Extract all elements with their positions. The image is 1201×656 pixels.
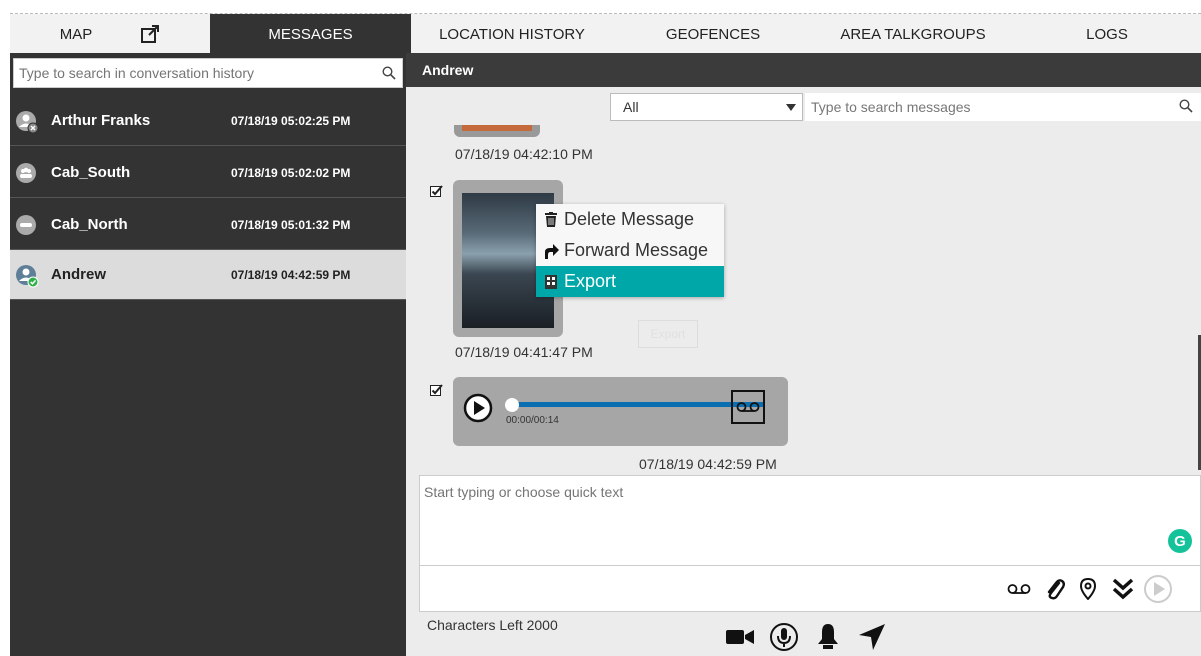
characters-left: Characters Left 2000 bbox=[427, 617, 558, 633]
conversation-search-box bbox=[13, 58, 403, 88]
filter-value: All bbox=[623, 99, 639, 115]
microphone-icon[interactable] bbox=[768, 621, 800, 653]
conversation-time: 07/18/19 05:02:25 PM bbox=[231, 113, 351, 128]
conversation-title: Andrew bbox=[406, 53, 1201, 87]
forward-icon bbox=[542, 243, 560, 259]
message-timestamp: 07/18/19 04:41:47 PM bbox=[455, 344, 593, 360]
conversation-search-input[interactable] bbox=[14, 64, 376, 82]
play-icon[interactable] bbox=[463, 393, 493, 428]
compose-box: G bbox=[419, 475, 1201, 566]
message-timestamp: 07/18/19 04:42:10 PM bbox=[455, 146, 593, 162]
delete-message-menu-item[interactable]: Delete Message bbox=[536, 204, 724, 235]
message-checkbox-icon[interactable] bbox=[430, 384, 443, 397]
conversation-name: Cab_South bbox=[51, 164, 131, 181]
grammarly-icon[interactable]: G bbox=[1168, 529, 1192, 553]
audio-progress-handle[interactable] bbox=[505, 398, 519, 412]
export-icon bbox=[542, 274, 560, 289]
popout-icon[interactable] bbox=[140, 24, 160, 44]
send-icon[interactable] bbox=[1142, 573, 1174, 605]
conversation-name: Arthur Franks bbox=[51, 112, 151, 129]
location-pin-icon[interactable] bbox=[1072, 573, 1104, 605]
navigation-arrow-icon[interactable] bbox=[856, 621, 888, 653]
conversation-time: 07/18/19 05:01:32 PM bbox=[231, 217, 351, 232]
message-context-menu: Delete Message Forward Message Export bbox=[536, 204, 724, 297]
action-icon-row bbox=[724, 619, 900, 655]
conversation-item-andrew[interactable]: Andrew 07/18/19 04:42:59 PM bbox=[10, 250, 406, 300]
audio-duration: 00:00/00:14 bbox=[506, 415, 559, 426]
forward-message-label: Forward Message bbox=[564, 240, 709, 260]
search-icon[interactable] bbox=[376, 66, 402, 80]
message-checkbox-icon[interactable] bbox=[430, 185, 443, 198]
forward-message-menu-item[interactable]: Forward Message bbox=[536, 235, 724, 266]
voicemail-icon[interactable] bbox=[1003, 573, 1035, 605]
group-icon bbox=[15, 162, 37, 184]
voicemail-icon bbox=[731, 390, 765, 424]
trash-icon bbox=[542, 212, 560, 227]
delete-message-label: Delete Message bbox=[564, 209, 695, 229]
user-offline-icon bbox=[15, 110, 39, 133]
export-menu-item[interactable]: Export bbox=[536, 266, 724, 297]
alert-bell-icon[interactable] bbox=[812, 621, 844, 653]
compose-toolbar bbox=[419, 566, 1201, 612]
message-search-box[interactable]: Type to search messages bbox=[805, 93, 1201, 121]
conversation-time: 07/18/19 05:02:02 PM bbox=[231, 165, 351, 180]
export-label: Export bbox=[564, 271, 617, 291]
conversation-name: Andrew bbox=[51, 266, 107, 283]
search-icon[interactable] bbox=[1179, 98, 1193, 116]
message-filter-select[interactable]: All bbox=[610, 93, 803, 121]
tab-logs[interactable]: LOGS bbox=[1013, 14, 1201, 54]
conversation-item-cab-north[interactable]: Cab_North 07/18/19 05:01:32 PM bbox=[10, 200, 406, 250]
export-ghost-label: Export bbox=[638, 320, 698, 348]
message-timestamp: 07/18/19 04:42:59 PM bbox=[639, 456, 777, 472]
tab-messages[interactable]: MESSAGES bbox=[210, 14, 411, 54]
conversation-time: 07/18/19 04:42:59 PM bbox=[231, 267, 351, 282]
tab-location-history[interactable]: LOCATION HISTORY bbox=[411, 14, 613, 54]
tab-map-label: MAP bbox=[59, 25, 93, 43]
conversation-panel: Andrew All Type to search messages 07/18… bbox=[406, 53, 1201, 656]
conversation-item-cab-south[interactable]: Cab_South 07/18/19 05:02:02 PM bbox=[10, 148, 406, 198]
message-search-placeholder: Type to search messages bbox=[811, 99, 971, 115]
tab-map[interactable]: MAP bbox=[10, 14, 210, 54]
tab-area-talkgroups[interactable]: AREA TALKGROUPS bbox=[813, 14, 1013, 54]
group-icon bbox=[15, 214, 37, 236]
conversation-item-arthur-franks[interactable]: Arthur Franks 07/18/19 05:02:25 PM bbox=[10, 96, 406, 146]
user-online-icon bbox=[15, 264, 39, 287]
video-camera-icon[interactable] bbox=[724, 621, 756, 653]
dropdown-arrow-icon bbox=[786, 99, 796, 115]
audio-progress-bar[interactable] bbox=[507, 402, 765, 407]
tab-geofences[interactable]: GEOFENCES bbox=[613, 14, 813, 54]
conversation-name: Cab_North bbox=[51, 216, 128, 233]
double-chevron-down-icon[interactable] bbox=[1107, 573, 1139, 605]
audio-message: 00:00/00:14 bbox=[453, 377, 788, 446]
compose-input[interactable] bbox=[420, 476, 1160, 556]
top-tab-bar: MAP MESSAGES LOCATION HISTORY GEOFENCES … bbox=[10, 13, 1201, 54]
conversation-sidebar: Arthur Franks 07/18/19 05:02:25 PM Cab_S… bbox=[10, 53, 406, 656]
image-message-partial[interactable] bbox=[454, 125, 540, 137]
attachment-icon[interactable] bbox=[1039, 573, 1071, 605]
